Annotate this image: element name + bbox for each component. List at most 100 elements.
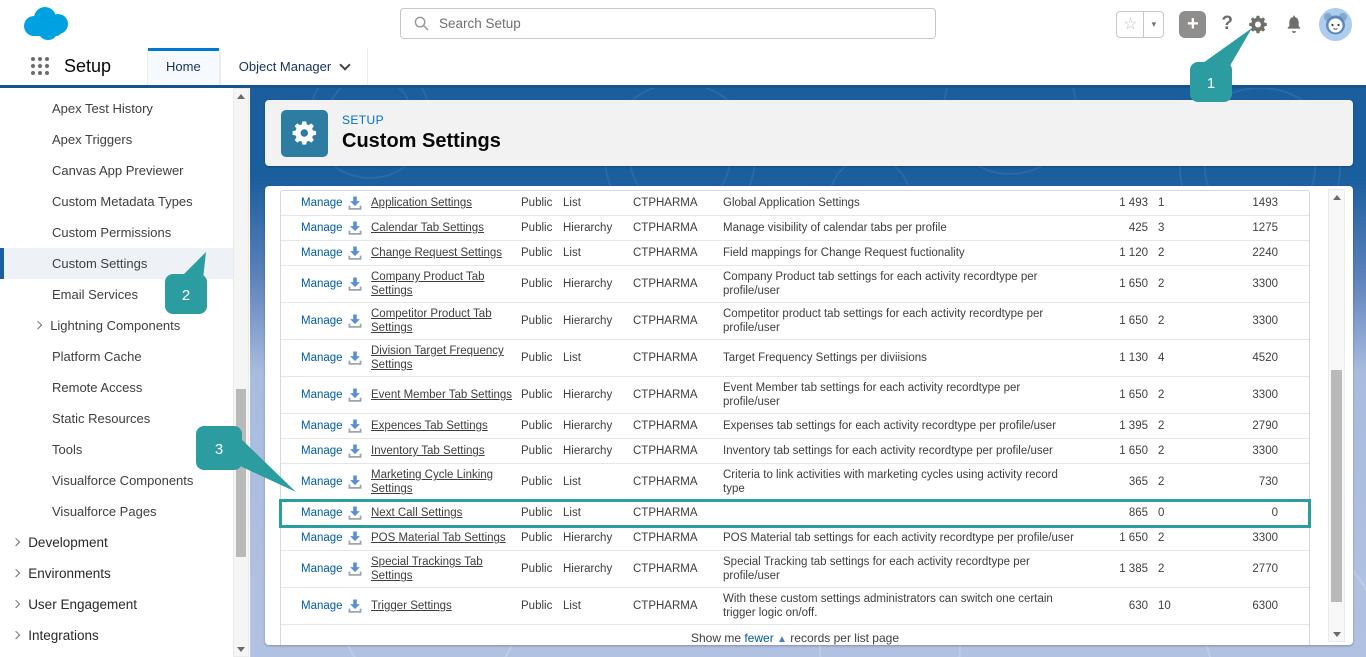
setting-label-link[interactable]: Division Target Frequency Settings (371, 344, 521, 372)
favorites-star-icon[interactable]: ☆ (1116, 11, 1144, 38)
chevron-right-icon (12, 600, 21, 609)
fewer-link[interactable]: fewer (744, 631, 773, 645)
sidebar-item-email-services[interactable]: Email Services (0, 279, 233, 310)
manage-link[interactable]: Manage (301, 599, 347, 613)
download-icon[interactable] (347, 387, 371, 403)
table-row: ManageExpences Tab SettingsPublicHierarc… (281, 414, 1309, 439)
download-icon[interactable] (347, 443, 371, 459)
sidebar-item-lightning-components[interactable]: Lightning Components (0, 310, 233, 341)
visibility-cell: Public (521, 277, 563, 291)
sidebar-item-canvas-app-previewer[interactable]: Canvas App Previewer (0, 155, 233, 186)
setting-label-link[interactable]: Competitor Product Tab Settings (371, 307, 521, 335)
download-icon[interactable] (347, 313, 371, 329)
download-icon[interactable] (347, 195, 371, 211)
sidebar-item-platform-cache[interactable]: Platform Cache (0, 341, 233, 372)
download-icon[interactable] (347, 220, 371, 236)
manage-link[interactable]: Manage (301, 221, 347, 235)
manage-link[interactable]: Manage (301, 351, 347, 365)
manage-link[interactable]: Manage (301, 531, 347, 545)
manage-link[interactable]: Manage (301, 562, 347, 576)
sidebar-item-custom-permissions[interactable]: Custom Permissions (0, 217, 233, 248)
setting-label-link[interactable]: Company Product Tab Settings (371, 270, 521, 298)
download-icon[interactable] (347, 245, 371, 261)
global-add-icon[interactable]: + (1179, 11, 1206, 38)
sidebar-item-tools[interactable]: Tools (0, 434, 233, 465)
sidebar-item-apex-test-history[interactable]: Apex Test History (0, 93, 233, 124)
sidebar-item-remote-access[interactable]: Remote Access (0, 372, 233, 403)
sidebar-item-custom-settings[interactable]: Custom Settings (0, 248, 233, 279)
sidebar-scrollbar[interactable] (233, 88, 249, 657)
app-launcher-icon[interactable] (30, 56, 50, 76)
setting-label-link[interactable]: Calendar Tab Settings (371, 221, 521, 235)
sidebar-item-label: Custom Metadata Types (52, 194, 193, 209)
user-avatar[interactable] (1319, 8, 1352, 41)
scroll-up-icon[interactable] (234, 89, 248, 103)
total-cell: 3300 (1186, 388, 1278, 402)
scroll-down-icon[interactable] (1329, 627, 1344, 641)
manage-link[interactable]: Manage (301, 196, 347, 210)
sidebar-item-label: Custom Settings (52, 256, 147, 271)
type-cell: Hierarchy (563, 444, 633, 458)
sidebar-item-label: Email Services (52, 287, 138, 302)
sidebar-item-static-resources[interactable]: Static Resources (0, 403, 233, 434)
sidebar-item-visualforce-pages[interactable]: Visualforce Pages (0, 496, 233, 527)
manage-link[interactable]: Manage (301, 246, 347, 260)
manage-link[interactable]: Manage (301, 444, 347, 458)
list-scrollbar[interactable] (1328, 189, 1345, 642)
sidebar-item-apex-triggers[interactable]: Apex Triggers (0, 124, 233, 155)
type-cell: List (563, 475, 633, 489)
sidebar-item-environments[interactable]: Environments (0, 558, 233, 589)
sidebar-scroll-thumb[interactable] (236, 389, 246, 557)
scroll-down-icon[interactable] (234, 642, 248, 656)
sidebar-item-development[interactable]: Development (0, 527, 233, 558)
visibility-cell: Public (521, 419, 563, 433)
sidebar-item-custom-metadata-types[interactable]: Custom Metadata Types (0, 186, 233, 217)
setting-label-link[interactable]: Trigger Settings (371, 599, 521, 613)
setting-label-link[interactable]: Application Settings (371, 196, 521, 210)
manage-link[interactable]: Manage (301, 314, 347, 328)
manage-link[interactable]: Manage (301, 475, 347, 489)
tab-home[interactable]: Home (147, 48, 220, 85)
download-icon[interactable] (347, 530, 371, 546)
type-cell: Hierarchy (563, 314, 633, 328)
setting-label-link[interactable]: Expences Tab Settings (371, 419, 521, 433)
setting-label-link[interactable]: Change Request Settings (371, 246, 521, 260)
records-cell: 4 (1148, 351, 1186, 365)
setup-gear-icon[interactable] (1248, 14, 1269, 35)
sidebar-item-visualforce-components[interactable]: Visualforce Components (0, 465, 233, 496)
setting-label-link[interactable]: Special Trackings Tab Settings (371, 555, 521, 583)
manage-link[interactable]: Manage (301, 506, 347, 520)
setting-label-link[interactable]: Event Member Tab Settings (371, 388, 521, 402)
search-input[interactable] (439, 16, 935, 31)
total-cell: 1275 (1186, 221, 1278, 235)
sidebar-item-integrations[interactable]: Integrations (0, 620, 233, 651)
description-cell: Global Application Settings (723, 196, 1088, 210)
setting-label-link[interactable]: Inventory Tab Settings (371, 444, 521, 458)
download-icon[interactable] (347, 474, 371, 490)
chevron-right-icon (34, 321, 43, 330)
manage-link[interactable]: Manage (301, 419, 347, 433)
manage-link[interactable]: Manage (301, 388, 347, 402)
download-icon[interactable] (347, 350, 371, 366)
salesforce-logo[interactable] (18, 4, 74, 44)
notifications-bell-icon[interactable] (1284, 14, 1304, 35)
setting-label-link[interactable]: Marketing Cycle Linking Settings (371, 468, 521, 496)
download-icon[interactable] (347, 418, 371, 434)
scroll-up-icon[interactable] (1329, 190, 1344, 204)
list-scroll-thumb[interactable] (1331, 370, 1342, 602)
setting-label-link[interactable]: POS Material Tab Settings (371, 531, 521, 545)
download-icon[interactable] (347, 505, 371, 521)
download-icon[interactable] (347, 598, 371, 614)
table-row: ManageEvent Member Tab SettingsPublicHie… (281, 377, 1309, 414)
favorites-dropdown-icon[interactable]: ▾ (1144, 11, 1164, 38)
triangle-up-icon: ▲ (777, 634, 787, 645)
description-cell: Expenses tab settings for each activity … (723, 419, 1088, 433)
download-icon[interactable] (347, 561, 371, 577)
manage-link[interactable]: Manage (301, 277, 347, 291)
download-icon[interactable] (347, 276, 371, 292)
sidebar-item-user-engagement[interactable]: User Engagement (0, 589, 233, 620)
help-icon[interactable]: ? (1221, 13, 1233, 35)
global-header: ☆ ▾ + ? (0, 0, 1366, 48)
tab-object-manager[interactable]: Object Manager (220, 48, 369, 85)
setting-label-link[interactable]: Next Call Settings (371, 506, 521, 520)
